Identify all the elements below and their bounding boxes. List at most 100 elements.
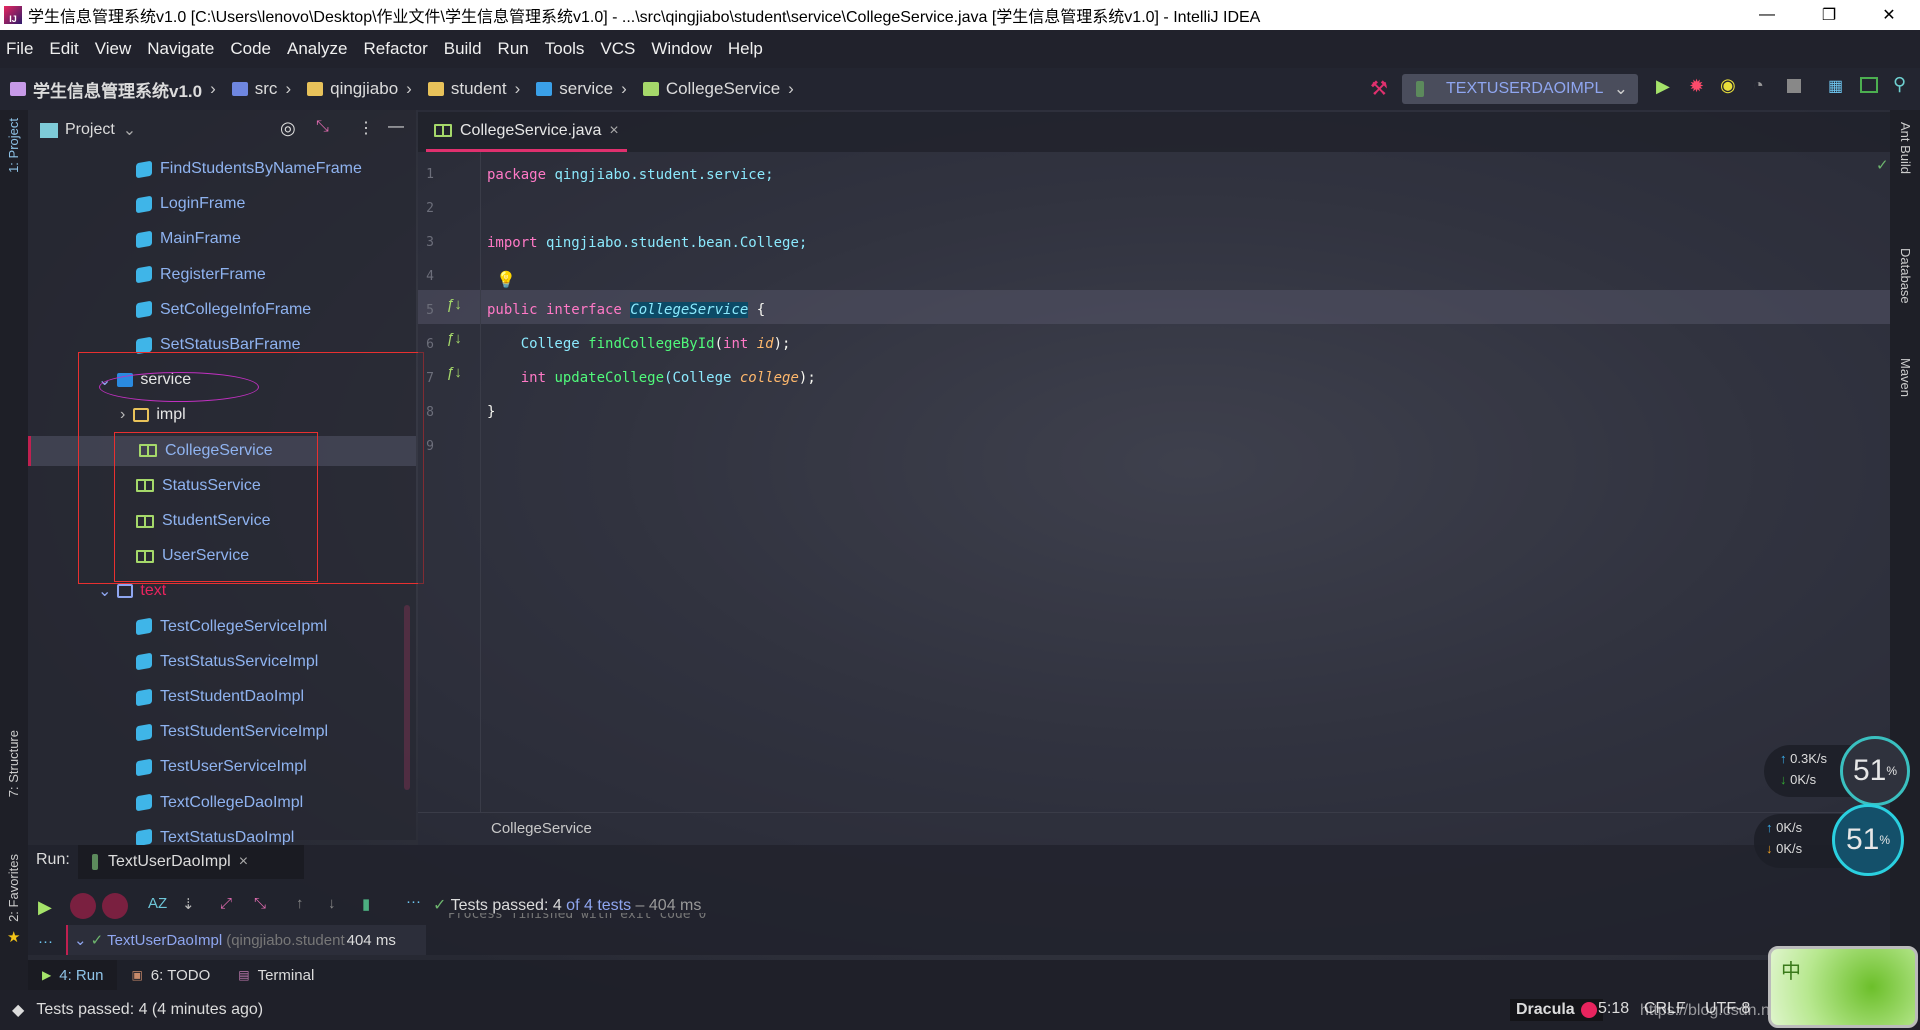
tool-tab-run[interactable]: ▶ 4: Run (28, 960, 118, 990)
expand-all-icon[interactable]: ⤢ (220, 895, 232, 912)
menu-tools[interactable]: Tools (545, 39, 585, 59)
project-structure-icon[interactable]: ▦ (1828, 76, 1843, 96)
tree-item[interactable]: RegisterFrame (136, 260, 266, 290)
no-problems-check-icon: ✓ (1876, 157, 1889, 174)
menu-refactor[interactable]: Refactor (363, 39, 427, 59)
implemented-icon[interactable]: ƒ↓ (446, 364, 462, 381)
tool-tab-todo[interactable]: ▣ 6: TODO (117, 960, 224, 990)
ime-widget[interactable]: 中 (1768, 946, 1918, 1028)
more-icon[interactable]: ··· (406, 893, 421, 910)
breadcrumb-item[interactable]: student › (427, 79, 528, 99)
project-panel-title[interactable]: Project (65, 121, 115, 139)
status-message[interactable]: Tests passed: 4 (4 minutes ago) (36, 1001, 263, 1019)
sort-duration-icon[interactable]: ⇣ (182, 895, 195, 913)
breadcrumb-item[interactable]: 学生信息管理系统v1.0 › (10, 77, 224, 102)
menu-navigate[interactable]: Navigate (147, 39, 214, 59)
theme-dot-icon (1580, 1002, 1597, 1018)
chevron-down-icon[interactable]: ⌄ (123, 120, 136, 140)
project-panel-header: Project ⌄ ◎ ⤡ ⋮ — (28, 110, 416, 150)
more-icon[interactable]: ··· (38, 933, 53, 950)
stop-icon[interactable] (1787, 79, 1801, 93)
previous-icon[interactable]: ↑ (296, 895, 304, 912)
structure-tool-button[interactable]: 7: Structure (6, 730, 21, 797)
debug-icon[interactable]: ✹ (1689, 76, 1704, 97)
locate-file-icon[interactable]: ◎ (280, 118, 296, 139)
tree-item[interactable]: TextCollegeDaoImpl (136, 788, 303, 818)
code-token: (College (664, 370, 740, 386)
tree-item-label: TestCollegeServiceIpml (160, 617, 328, 635)
menu-help[interactable]: Help (728, 39, 763, 59)
menu-view[interactable]: View (95, 39, 132, 59)
caret-position[interactable]: 5:18 (1598, 1000, 1629, 1018)
restore-button[interactable]: ❐ (1806, 0, 1852, 30)
test-tree-item[interactable]: ⌄ ✓ TextUserDaoImpl (qingjiabo.student 4… (66, 925, 426, 955)
menu-edit[interactable]: Edit (49, 39, 78, 59)
chevron-down-icon: ⌄ (1613, 79, 1628, 98)
export-icon[interactable]: ▮ (362, 895, 370, 913)
menu-build[interactable]: Build (444, 39, 482, 59)
line-number: 7 (426, 371, 434, 386)
run-icon[interactable]: ▶ (1656, 76, 1670, 97)
theme-label: Dracula (1516, 1001, 1575, 1018)
show-ignored-icon[interactable] (102, 893, 128, 919)
class-icon (136, 230, 152, 249)
next-icon[interactable]: ↓ (328, 895, 336, 912)
breadcrumb-item[interactable]: CollegeService › (642, 79, 802, 99)
scrollbar[interactable] (404, 605, 410, 790)
breadcrumb-item[interactable]: qingjiabo › (307, 79, 420, 99)
favorites-tool-button[interactable]: 2: Favorites (6, 854, 21, 922)
tree-item[interactable]: TestUserServiceImpl (136, 752, 307, 782)
menu-code[interactable]: Code (230, 39, 271, 59)
hide-panel-icon[interactable]: — (388, 118, 404, 136)
tree-item-label: FindStudentsByNameFrame (160, 160, 362, 177)
tree-item-label: TestStatusServiceImpl (160, 652, 319, 670)
tree-item[interactable]: MainFrame (136, 224, 241, 254)
sort-alpha-icon[interactable]: AZ (148, 895, 167, 912)
close-tab-icon[interactable]: × (239, 853, 248, 871)
breadcrumb-item[interactable]: service › (536, 79, 635, 99)
tree-item-label: SetCollegeInfoFrame (160, 300, 312, 318)
collapse-all-icon[interactable]: ⤡ (254, 895, 266, 912)
tree-item[interactable]: TestStudentDaoImpl (136, 682, 304, 712)
breadcrumb-item[interactable]: src › (231, 79, 299, 99)
menu-analyze[interactable]: Analyze (287, 39, 347, 59)
project-tool-button[interactable]: 1: Project (6, 118, 21, 173)
tree-item[interactable]: TestStudentServiceImpl (136, 717, 328, 747)
menu-window[interactable]: Window (651, 39, 711, 59)
tab-collegeservice-java[interactable]: CollegeService.java × (426, 112, 627, 152)
coverage-icon[interactable]: ◉ (1720, 75, 1736, 96)
menu-file[interactable]: File (6, 39, 33, 59)
search-icon[interactable]: ⚲ (1893, 74, 1906, 95)
tree-item[interactable]: FindStudentsByNameFrame (136, 154, 362, 184)
profiler-icon[interactable]: ◔ (1753, 75, 1764, 96)
rerun-icon[interactable]: ▶ (38, 897, 52, 918)
maven-tool-button[interactable]: Maven (1898, 358, 1913, 397)
ant-build-tool-button[interactable]: Ant Build (1898, 122, 1913, 174)
terminal-icon[interactable] (1860, 77, 1878, 93)
tree-item[interactable]: LoginFrame (136, 189, 245, 219)
close-button[interactable]: ✕ (1866, 0, 1912, 30)
show-passed-icon[interactable] (70, 893, 96, 919)
menu-run[interactable]: Run (498, 39, 529, 59)
lightbulb-icon[interactable]: 💡 (496, 270, 516, 290)
run-tab[interactable]: TextUserDaoImpl × (78, 845, 304, 879)
implemented-icon[interactable]: ƒ↓ (446, 330, 462, 347)
tool-tab-terminal[interactable]: ▤ Terminal (224, 960, 328, 990)
minimize-button[interactable]: — (1744, 0, 1790, 30)
editor-tabs: CollegeService.java × (418, 112, 1890, 152)
star-icon: ★ (7, 929, 21, 946)
theme-indicator[interactable]: Dracula (1510, 999, 1603, 1021)
collapse-all-icon[interactable]: ⤡ (316, 118, 329, 136)
more-options-icon[interactable]: ⋮ (358, 118, 374, 138)
build-hammer-icon[interactable]: ⚒ (1370, 76, 1388, 101)
run-config-dropdown[interactable]: TEXTUSERDAOIMPL ⌄ (1402, 74, 1638, 104)
tree-item[interactable]: TestCollegeServiceIpml (136, 612, 327, 642)
download-arrow-icon: ↓ (1780, 772, 1787, 787)
menu-vcs[interactable]: VCS (600, 39, 635, 59)
editor-breadcrumb[interactable]: CollegeService (418, 812, 1890, 844)
implemented-icon[interactable]: ƒ↓ (446, 296, 462, 313)
database-tool-button[interactable]: Database (1898, 248, 1913, 304)
tree-item[interactable]: TestStatusServiceImpl (136, 647, 318, 677)
tree-item[interactable]: SetCollegeInfoFrame (136, 295, 311, 325)
close-tab-icon[interactable]: × (609, 122, 618, 140)
